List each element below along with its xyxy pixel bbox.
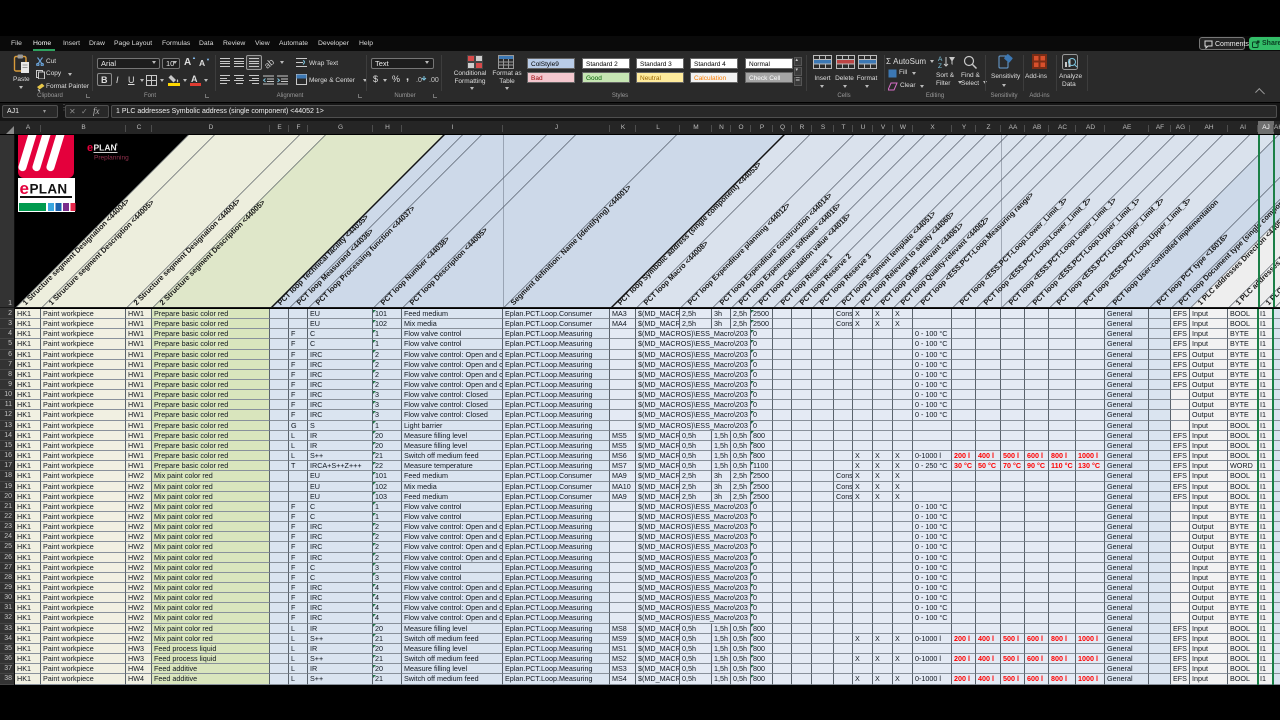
svg-text:.0: .0	[416, 77, 422, 84]
svg-text:A: A	[938, 56, 943, 63]
svg-text:e: e	[87, 142, 93, 154]
svg-text:.00: .00	[429, 77, 439, 84]
svg-text:e: e	[20, 179, 29, 198]
svg-text:Z: Z	[938, 63, 942, 69]
svg-text:PLAN: PLAN	[94, 143, 117, 153]
svg-text:Preplanning: Preplanning	[94, 155, 129, 162]
svg-text:ab: ab	[265, 57, 276, 69]
svg-text:®: ®	[115, 142, 118, 147]
svg-text:PLAN: PLAN	[30, 182, 68, 197]
